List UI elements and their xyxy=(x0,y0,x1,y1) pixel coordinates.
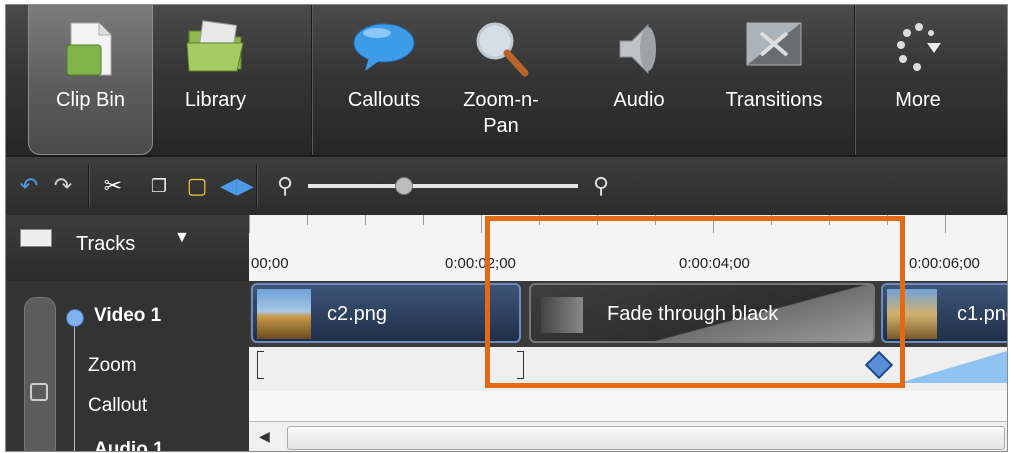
copy-icon[interactable]: ❐ xyxy=(144,171,174,201)
more-tab[interactable]: More xyxy=(868,5,968,155)
clip-bin-tab[interactable]: Clip Bin xyxy=(28,5,153,155)
track-video-1[interactable]: Video 1 xyxy=(6,293,249,343)
zoom-ramp xyxy=(899,351,1007,383)
ruler-label: 0:00:06;00 xyxy=(909,255,980,272)
undo-icon[interactable]: ↶ xyxy=(14,171,44,201)
ribbon-divider xyxy=(854,5,856,155)
zoom-slider[interactable] xyxy=(308,177,578,195)
magnifier-icon xyxy=(471,19,531,85)
track-name: Callout xyxy=(88,395,148,416)
redo-icon[interactable]: ↷ xyxy=(48,171,78,201)
split-icon[interactable]: ◀▶ xyxy=(220,171,254,201)
ruler-tick xyxy=(365,215,366,225)
paste-icon[interactable]: ▢ xyxy=(182,171,212,201)
track-zoom[interactable]: Zoom xyxy=(6,343,249,383)
clip-name: c1.png xyxy=(957,303,1007,325)
track-dot-icon xyxy=(66,309,84,327)
zoom-bracket-start[interactable] xyxy=(257,351,264,379)
track-audio-1[interactable]: Audio 1 xyxy=(6,433,249,452)
track-name: Audio 1 xyxy=(94,439,164,452)
clip-bin-label: Clip Bin xyxy=(56,89,125,111)
scroll-left-icon[interactable]: ◀ xyxy=(259,428,270,445)
highlight-annotation xyxy=(485,216,905,388)
scrollbar-track[interactable] xyxy=(287,426,1005,450)
toolbar-divider xyxy=(88,165,90,207)
scissors-icon[interactable]: ✂ xyxy=(98,171,128,201)
ribbon-divider xyxy=(311,5,313,155)
audio-tab[interactable]: Audio xyxy=(589,5,689,155)
track-name: Video 1 xyxy=(94,305,162,326)
callouts-tab[interactable]: Callouts xyxy=(324,5,444,155)
callout-lane xyxy=(249,391,1007,421)
ruler-tick xyxy=(307,215,308,225)
track-callout[interactable]: Callout xyxy=(6,383,249,423)
zoom-out-icon[interactable]: ⚲ xyxy=(270,171,300,201)
audio-label: Audio xyxy=(613,89,665,111)
ruler-tick xyxy=(945,215,946,233)
tracks-header[interactable]: Tracks ▼ xyxy=(6,215,249,281)
more-dots-icon xyxy=(893,19,943,85)
timeline-scrollbar[interactable]: ◀ xyxy=(249,421,1007,451)
transitions-icon xyxy=(743,19,805,75)
chevron-down-icon[interactable]: ▼ xyxy=(174,229,190,247)
zoom-n-pan-tab[interactable]: Zoom-n- Pan xyxy=(446,5,556,155)
toolbar-divider xyxy=(256,165,258,207)
ruler-tick xyxy=(481,215,482,233)
clip-bin-icon xyxy=(65,19,117,85)
transitions-label: Transitions xyxy=(725,89,823,111)
ruler-tick xyxy=(249,215,250,233)
track-name: Zoom xyxy=(88,355,137,376)
zoom-in-icon[interactable]: ⚲ xyxy=(586,171,616,201)
library-tab[interactable]: Library xyxy=(158,5,273,155)
transitions-tab[interactable]: Transitions xyxy=(699,5,849,155)
ruler-label: 00;00 xyxy=(251,255,289,272)
tracks-label: Tracks xyxy=(76,233,136,255)
more-label: More xyxy=(895,89,941,111)
zoom-n-pan-label: Zoom-n- Pan xyxy=(463,89,539,137)
tracks-keyboard-icon xyxy=(20,229,52,247)
track-headers: Tracks ▼ Video 1 Zoom Callout Audio 1 xyxy=(6,215,249,451)
clip-thumbnail xyxy=(257,289,311,339)
zoom-slider-thumb[interactable] xyxy=(394,177,413,195)
library-label: Library xyxy=(184,89,247,111)
callout-bubble-icon xyxy=(351,19,417,81)
speaker-icon xyxy=(614,19,664,85)
ruler-tick xyxy=(423,215,424,225)
task-ribbon: Clip Bin Library Callouts Zoom-n- Pan Au… xyxy=(6,5,1007,155)
library-folder-icon xyxy=(185,19,247,81)
callouts-label: Callouts xyxy=(347,89,421,111)
clip-c2[interactable]: c2.png xyxy=(251,283,521,343)
edit-toolbar: ↶ ↷ ✂ ❐ ▢ ◀▶ ⚲ ⚲ xyxy=(6,155,1007,215)
clip-name: c2.png xyxy=(327,303,388,325)
